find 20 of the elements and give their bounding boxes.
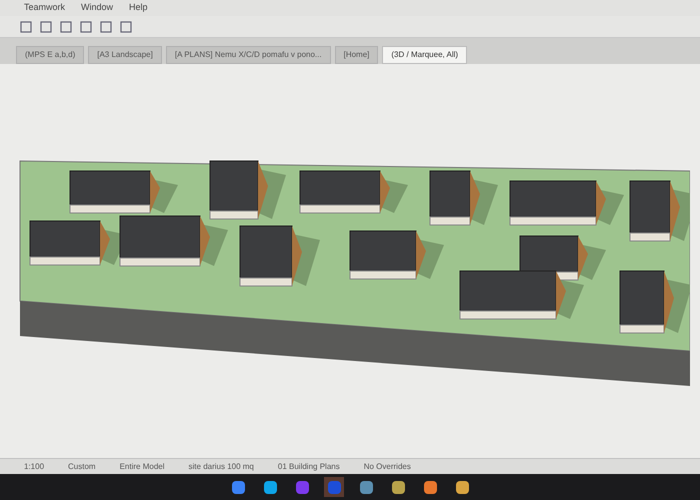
view-tab[interactable]: [A PLANS] Nemu X/C/D pomafu v pono... <box>166 46 331 64</box>
menu-item[interactable]: Window <box>81 1 114 15</box>
status-item[interactable]: No Overrides <box>364 460 411 472</box>
tool-icon[interactable] <box>80 20 92 32</box>
status-item[interactable]: Entire Model <box>120 460 165 472</box>
tool-icon[interactable] <box>120 20 132 32</box>
view-tab[interactable]: [Home] <box>334 46 378 64</box>
status-item[interactable]: Custom <box>68 460 96 472</box>
view-tab[interactable]: [A3 Landscape] <box>88 46 162 64</box>
view-tab[interactable]: (3D / Marquee, All) <box>382 46 468 64</box>
tool-icon[interactable] <box>100 20 112 32</box>
menu-item[interactable]: Help <box>129 1 148 15</box>
tool-icon[interactable] <box>40 20 52 32</box>
status-item[interactable]: 1:100 <box>24 460 44 472</box>
status-item[interactable]: site darius 100 mq <box>188 460 254 472</box>
tool-icon[interactable] <box>60 20 72 32</box>
view-tab[interactable]: (MPS E a,b,d) <box>16 46 84 64</box>
status-item[interactable]: 01 Building Plans <box>278 460 340 472</box>
tool-icon[interactable] <box>20 20 32 32</box>
menu-item[interactable]: Teamwork <box>24 1 66 15</box>
